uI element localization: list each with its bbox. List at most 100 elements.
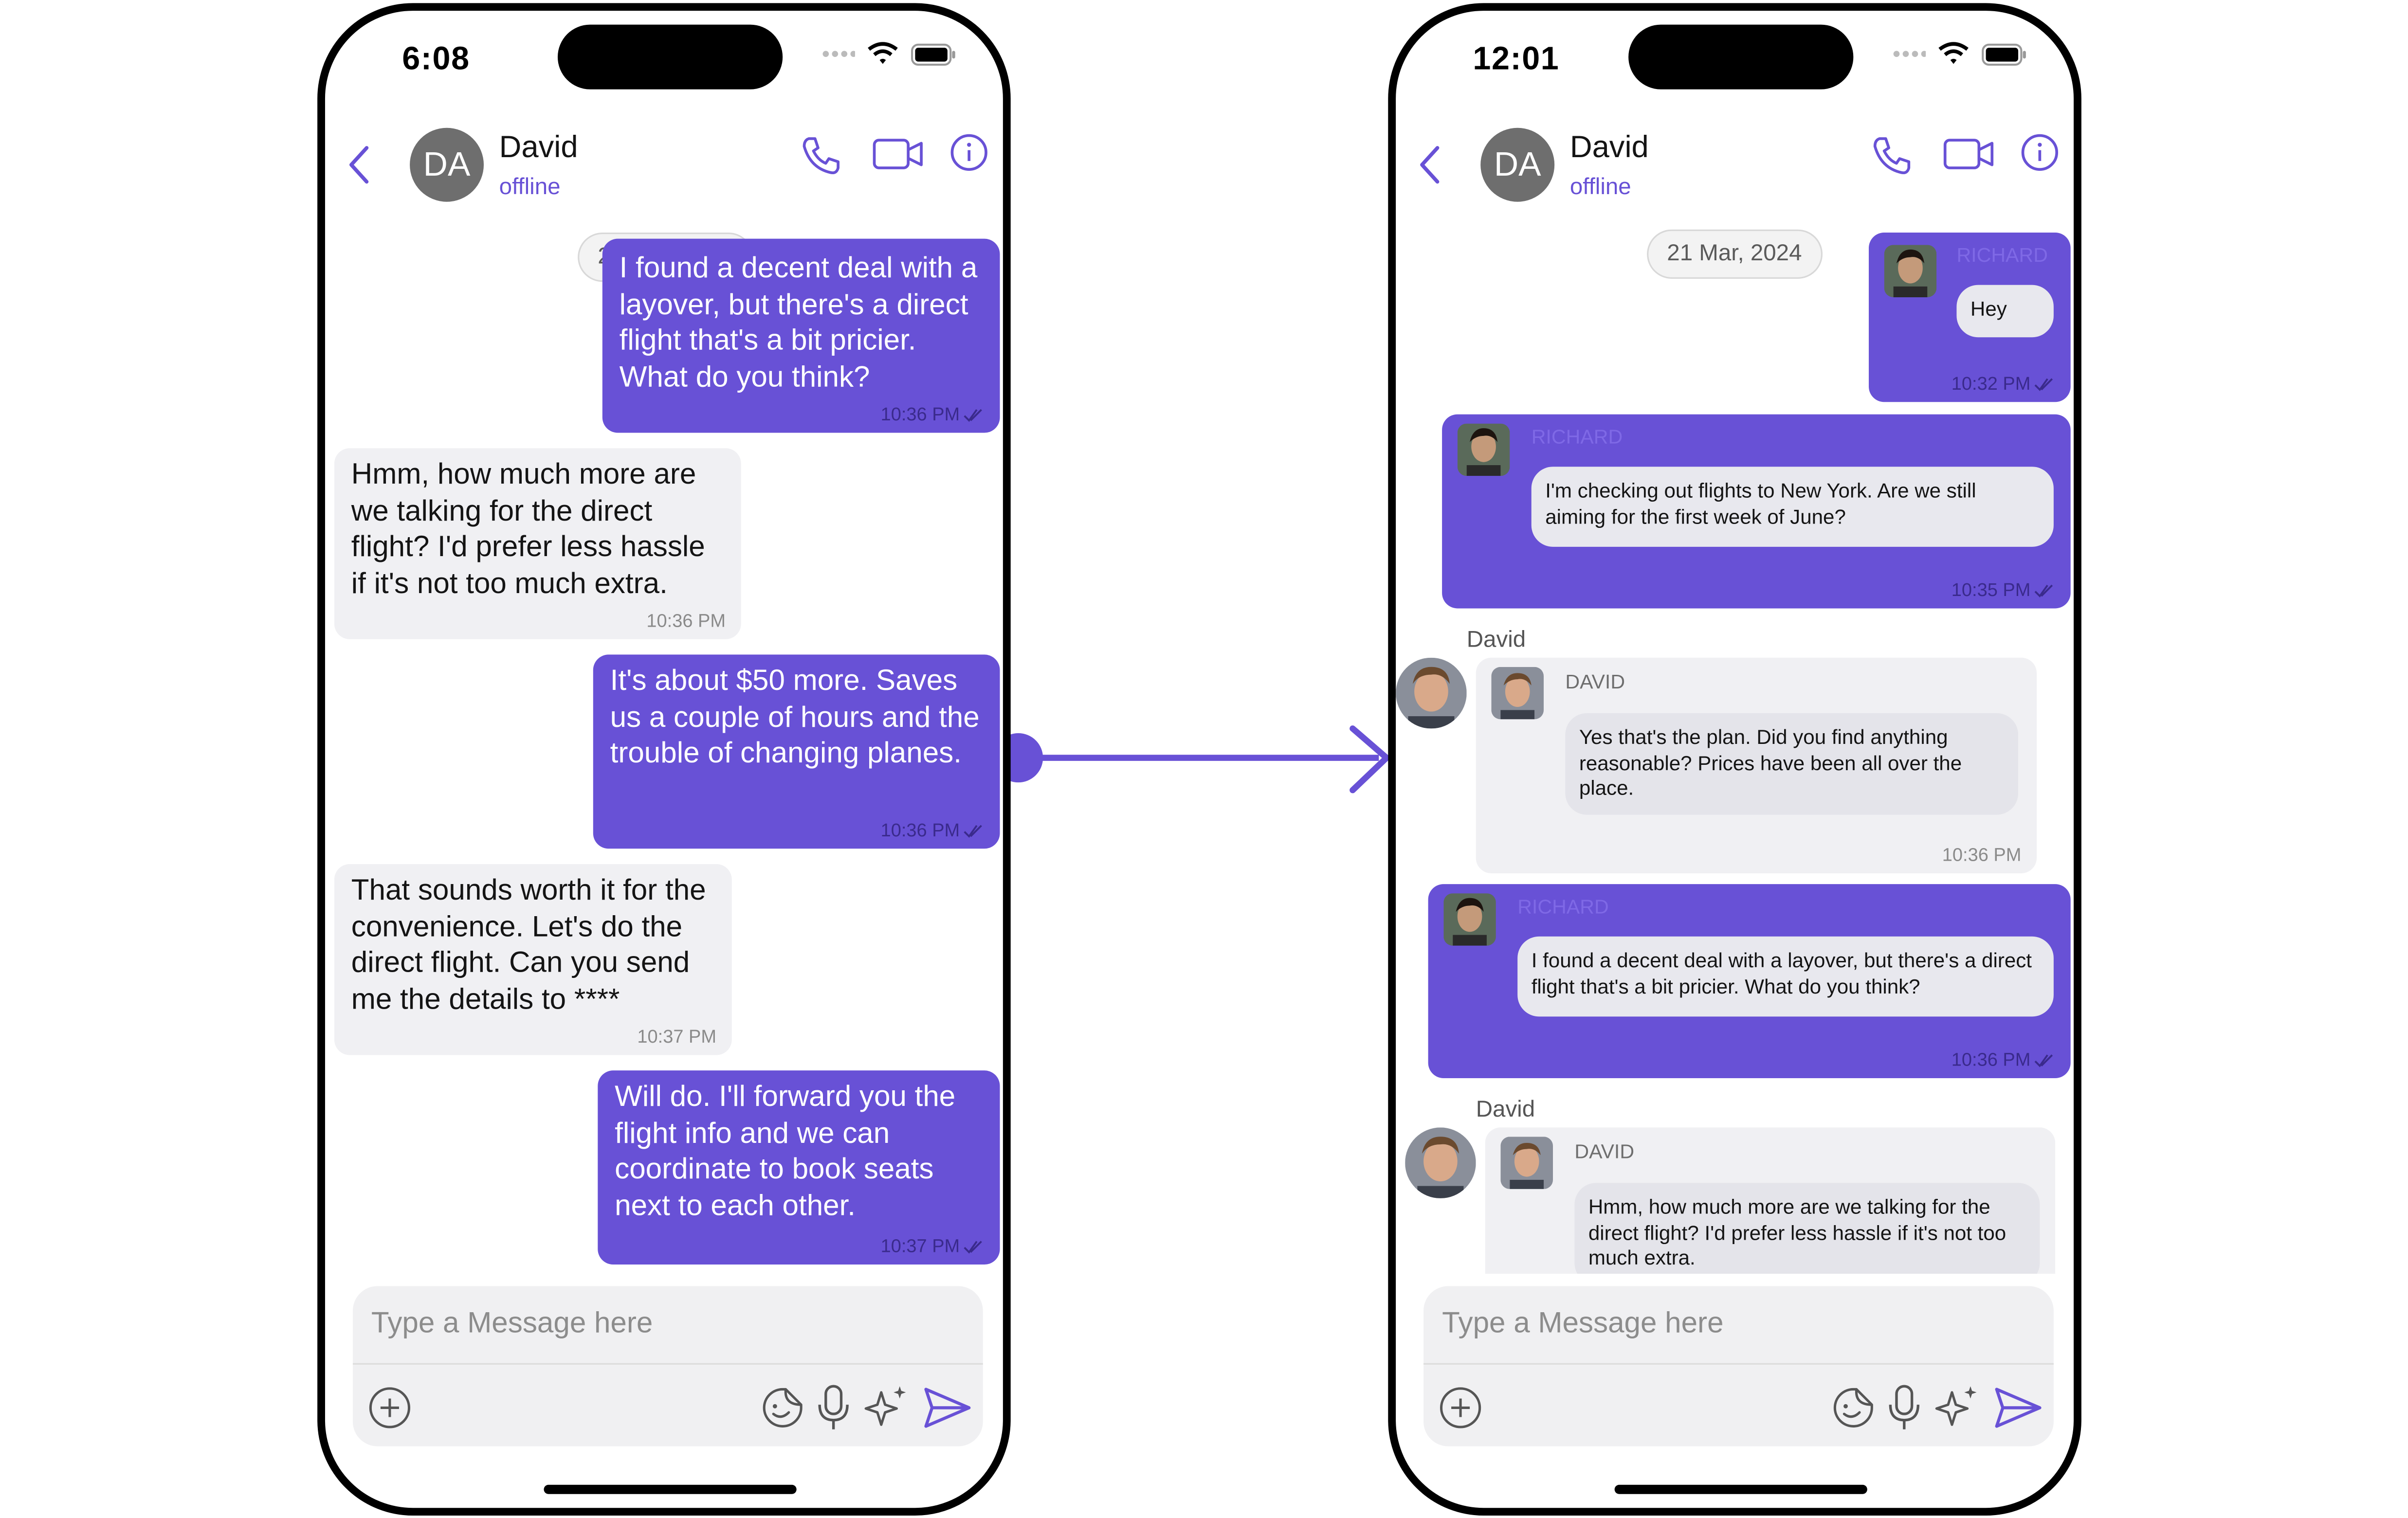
status-time: 6:08 <box>402 41 470 77</box>
home-indicator <box>1614 1484 1867 1494</box>
microphone-icon[interactable] <box>815 1383 852 1432</box>
message-bubble-outgoing[interactable]: It's about $50 more. Saves us a couple o… <box>593 654 1000 849</box>
sender-avatar <box>1457 423 1510 476</box>
signal-icon <box>822 51 855 57</box>
contact-status: offline <box>499 174 561 200</box>
message-text: I found a decent deal with a layover, bu… <box>619 253 978 394</box>
contact-name: David <box>1569 131 1649 165</box>
message-bubble-outgoing[interactable]: RICHARD I found a decent deal with a lay… <box>1428 884 2071 1078</box>
message-time: 10:37 PM <box>637 1026 717 1048</box>
message-bubble-incoming[interactable]: That sounds worth it for the convenience… <box>334 864 732 1055</box>
message-composer: Type a Message here <box>352 1286 983 1446</box>
sticker-icon[interactable] <box>1830 1385 1877 1431</box>
voice-call-icon[interactable] <box>1870 134 1914 177</box>
message-composer: Type a Message here <box>1423 1286 2054 1446</box>
wifi-icon <box>1938 42 1969 64</box>
add-attachment-icon[interactable] <box>1438 1385 1484 1431</box>
message-text: I'm checking out flights to New York. Ar… <box>1531 467 2054 547</box>
sticker-icon[interactable] <box>760 1385 806 1431</box>
info-icon[interactable] <box>949 132 989 172</box>
voice-call-icon[interactable] <box>800 134 843 177</box>
microphone-icon[interactable] <box>1886 1383 1923 1432</box>
sender-label: DAVID <box>1574 1139 1635 1163</box>
video-call-icon[interactable] <box>872 137 925 171</box>
message-bubble-outgoing[interactable]: RICHARD I'm checking out flights to New … <box>1442 414 2071 609</box>
message-meta: 10:37 PM <box>881 1235 985 1257</box>
group-sender-name: David <box>1466 627 1526 653</box>
message-meta: 10:36 PM <box>881 819 985 841</box>
sender-avatar <box>1884 245 1937 297</box>
read-receipt-icon <box>2034 1053 2053 1067</box>
group-sender-name: David <box>1476 1096 1535 1123</box>
contact-name: David <box>499 131 578 165</box>
message-meta: 10:36 PM <box>1942 844 2022 866</box>
message-meta: 10:37 PM <box>637 1026 716 1047</box>
contact-avatar[interactable]: DA <box>1480 127 1555 202</box>
message-list[interactable]: 21 Mar, 2024 RICHARD Hey 10:32 PM RICHAR… <box>1396 211 2074 1274</box>
message-bubble-outgoing[interactable]: RICHARD Hey 10:32 PM <box>1868 233 2071 402</box>
dynamic-island <box>1628 24 1854 90</box>
signal-icon <box>1893 51 1926 57</box>
send-icon[interactable] <box>923 1385 972 1431</box>
incoming-avatar[interactable] <box>1396 657 1467 729</box>
message-text: It's about $50 more. Saves us a couple o… <box>610 665 980 770</box>
message-meta: 10:35 PM <box>1951 579 2055 601</box>
add-attachment-icon[interactable] <box>366 1385 413 1431</box>
contact-avatar[interactable]: DA <box>410 127 484 202</box>
video-call-icon[interactable] <box>1943 137 1995 171</box>
ai-sparkle-icon[interactable] <box>1932 1383 1981 1432</box>
sender-label: RICHARD <box>1531 425 1623 449</box>
message-bubble-incoming[interactable]: DAVID Hmm, how much more are we talking … <box>1485 1127 2056 1274</box>
message-text: I found a decent deal with a layover, bu… <box>1517 936 2054 1017</box>
message-meta: 10:36 PM <box>1952 1049 2055 1070</box>
sender-avatar <box>1500 1137 1553 1189</box>
message-meta: 10:32 PM <box>1952 373 2055 394</box>
message-time: 10:35 PM <box>1951 579 2031 601</box>
info-icon[interactable] <box>2020 132 2060 172</box>
contact-status: offline <box>1569 174 1631 200</box>
back-chevron-icon[interactable] <box>347 143 371 186</box>
message-input[interactable]: Type a Message here <box>371 1308 653 1342</box>
sender-avatar <box>1491 667 1544 720</box>
incoming-avatar[interactable] <box>1405 1127 1476 1198</box>
message-text: Hey <box>1956 285 2054 338</box>
wifi-icon <box>868 42 898 64</box>
message-bubble-incoming[interactable]: DAVID Yes that's the plan. Did you find … <box>1476 657 2037 873</box>
phone-left: 6:08 DA David offline 21 Mar, 2024 I fou… <box>317 3 1011 1516</box>
message-time: 10:32 PM <box>1951 373 2031 395</box>
message-text: Hmm, how much more are we talking for th… <box>1574 1183 2040 1274</box>
message-meta: 10:36 PM <box>881 403 985 425</box>
message-list[interactable]: 21 Mar, 2024 I found a decent deal with … <box>325 211 1003 1274</box>
message-bubble-outgoing[interactable]: Will do. I'll forward you the flight inf… <box>598 1070 1000 1265</box>
message-text: That sounds worth it for the convenience… <box>351 875 706 1016</box>
sender-avatar <box>1443 893 1496 946</box>
battery-icon <box>911 43 955 65</box>
message-text: Yes that's the plan. Did you find anythi… <box>1565 713 2019 815</box>
status-icons <box>1892 41 2027 66</box>
composer-divider <box>1423 1363 2054 1365</box>
read-receipt-icon <box>2034 377 2053 391</box>
comparison-canvas: 6:08 DA David offline 21 Mar, 2024 I fou… <box>0 0 2408 1517</box>
status-icons <box>821 41 957 66</box>
ai-sparkle-icon[interactable] <box>861 1383 911 1432</box>
message-time: 10:36 PM <box>646 610 726 632</box>
read-receipt-icon <box>964 1240 982 1253</box>
message-bubble-incoming[interactable]: Hmm, how much more are we talking for th… <box>334 448 741 639</box>
phone-right: 12:01 DA David offline 21 Mar, 2024 RICH… <box>1388 3 2081 1516</box>
send-icon[interactable] <box>1993 1385 2043 1431</box>
status-time: 12:01 <box>1473 41 1560 77</box>
message-text: Will do. I'll forward you the flight inf… <box>615 1081 956 1222</box>
home-indicator <box>544 1484 797 1494</box>
dynamic-island <box>557 24 783 90</box>
read-receipt-icon <box>2034 584 2053 597</box>
sender-label: RICHARD <box>1956 243 2048 267</box>
message-meta: 10:36 PM <box>646 610 726 632</box>
message-time: 10:36 PM <box>1942 844 2022 866</box>
message-bubble-outgoing[interactable]: I found a decent deal with a layover, bu… <box>602 238 1000 433</box>
composer-divider <box>352 1363 983 1365</box>
read-receipt-icon <box>964 408 982 421</box>
date-separator: 21 Mar, 2024 <box>1647 229 1822 279</box>
read-receipt-icon <box>964 824 982 837</box>
back-chevron-icon[interactable] <box>1417 143 1442 186</box>
message-input[interactable]: Type a Message here <box>1442 1308 1723 1342</box>
